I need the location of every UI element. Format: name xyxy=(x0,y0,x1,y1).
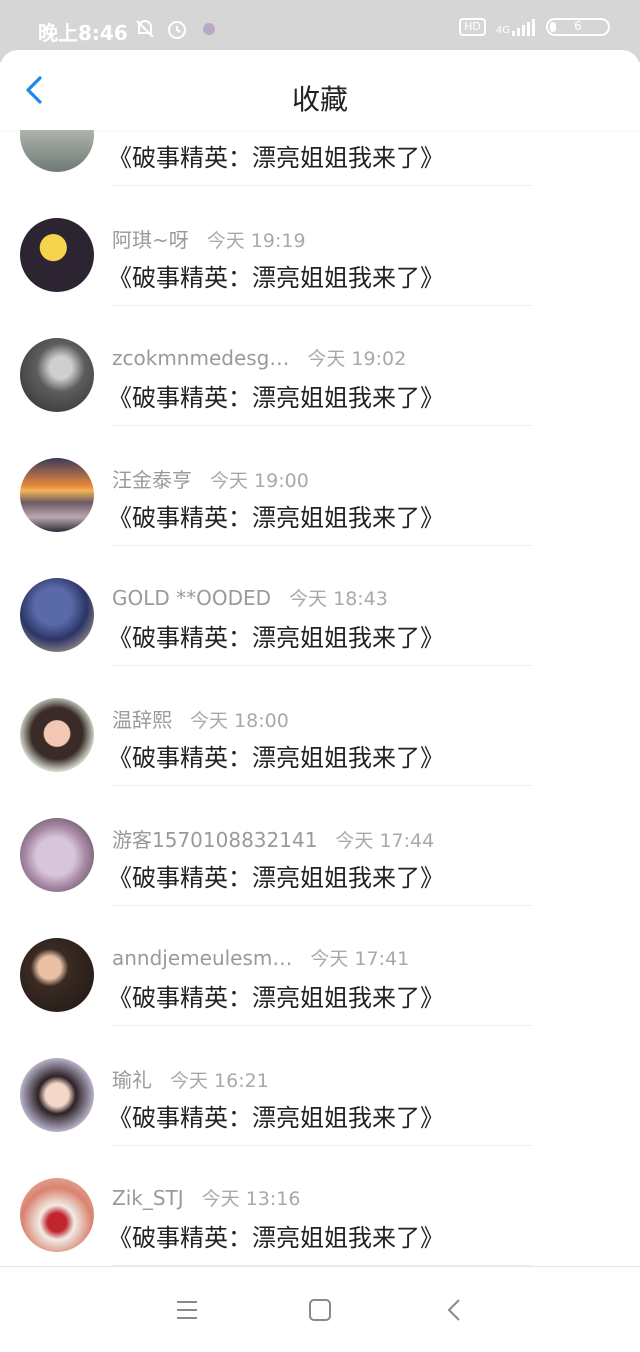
list-item-meta: anndjemeulesm… 今天 17:41 xyxy=(112,944,409,971)
username[interactable]: anndjemeulesm… xyxy=(112,946,292,970)
list-item-content: 《破事精英：漂亮姐姐我来了》 xyxy=(108,1104,444,1132)
timestamp: 今天 17:44 xyxy=(335,830,435,852)
list-item-content: 《破事精英：漂亮姐姐我来了》 xyxy=(108,864,444,892)
timestamp: 今天 19:02 xyxy=(307,348,407,370)
timestamp: 今天 13:16 xyxy=(201,1188,301,1210)
signal-icon: 4G xyxy=(496,18,536,36)
list-item[interactable]: zcokmnmedesg… 今天 19:02 《破事精英：漂亮姐姐我来了》 xyxy=(0,306,640,426)
username[interactable]: zcokmnmedesg… xyxy=(112,346,289,370)
status-icons-left xyxy=(134,18,220,40)
timestamp: 今天 19:19 xyxy=(206,230,306,252)
username[interactable]: 阿琪~呀 xyxy=(112,228,189,252)
network-type: 4G xyxy=(495,25,510,36)
list-item-meta: 温辞熙 今天 18:00 xyxy=(112,704,289,733)
username[interactable]: 汪金泰亨 xyxy=(112,468,192,492)
header-bar: 收藏 xyxy=(0,50,640,130)
hd-badge: HD xyxy=(459,18,486,36)
list-item-meta: Zik_STJ 今天 13:16 xyxy=(112,1184,300,1211)
list-item-meta: 阿琪~呀 今天 19:19 xyxy=(112,224,306,253)
list-item-content: 《破事精英：漂亮姐姐我来了》 xyxy=(108,384,444,412)
list-item-content: 《破事精英：漂亮姐姐我来了》 xyxy=(108,984,444,1012)
list-item[interactable]: anndjemeulesm… 今天 17:41 《破事精英：漂亮姐姐我来了》 xyxy=(0,906,640,1026)
avatar xyxy=(20,818,94,892)
battery-text: 6 xyxy=(574,19,582,33)
list-item-meta: zcokmnmedesg… 今天 19:02 xyxy=(112,344,406,371)
home-button[interactable] xyxy=(303,1293,337,1327)
alarm-icon xyxy=(166,18,188,40)
timestamp: 今天 18:00 xyxy=(190,710,289,732)
timestamp: 今天 18:43 xyxy=(289,588,388,610)
status-time: 晚上8:46 xyxy=(38,21,128,45)
timestamp: 今天 19:00 xyxy=(210,470,309,492)
avatar xyxy=(20,458,94,532)
menu-icon xyxy=(177,1301,197,1319)
timestamp: 今天 16:21 xyxy=(170,1070,269,1092)
mute-icon xyxy=(134,18,156,40)
list-item[interactable]: 温辞熙 今天 18:00 《破事精英：漂亮姐姐我来了》 xyxy=(0,666,640,786)
avatar xyxy=(20,1178,94,1252)
list-item[interactable]: GOLD **OODED 今天 18:43 《破事精英：漂亮姐姐我来了》 xyxy=(0,546,640,666)
username[interactable]: 瑜礼 xyxy=(112,1068,152,1092)
avatar xyxy=(20,338,94,412)
avatar xyxy=(20,938,94,1012)
avatar xyxy=(20,1058,94,1132)
list-item[interactable]: 阿琪~呀 今天 19:19 《破事精英：漂亮姐姐我来了》 xyxy=(0,186,640,306)
menu-button[interactable] xyxy=(170,1293,204,1327)
list-item-meta: 游客1570108832141 今天 17:44 xyxy=(112,824,434,853)
list-item-content: 《破事精英：漂亮姐姐我来了》 xyxy=(108,1224,444,1252)
list-item[interactable]: 游客1570108832141 今天 17:44 《破事精英：漂亮姐姐我来了》 xyxy=(0,786,640,906)
list-item[interactable]: 《破事精英：漂亮姐姐我来了》 xyxy=(0,130,640,186)
avatar xyxy=(20,698,94,772)
page-title: 收藏 xyxy=(291,83,348,116)
list-item-meta: 瑜礼 今天 16:21 xyxy=(112,1064,269,1093)
username[interactable]: Zik_STJ xyxy=(112,1186,184,1210)
list-item[interactable]: 瑜礼 今天 16:21 《破事精英：漂亮姐姐我来了》 xyxy=(0,1026,640,1146)
list-item-meta: GOLD **OODED 今天 18:43 xyxy=(112,584,388,611)
timestamp: 今天 17:41 xyxy=(310,948,410,970)
username[interactable]: 游客1570108832141 xyxy=(112,828,317,852)
list-item-meta: 汪金泰亨 今天 19:00 xyxy=(112,464,309,493)
status-icons-right: HD 4G 6 xyxy=(459,18,610,36)
back-triangle-icon xyxy=(447,1299,460,1321)
avatar xyxy=(20,218,94,292)
list-item-content: 《破事精英：漂亮姐姐我来了》 xyxy=(108,264,444,292)
list-item[interactable]: 汪金泰亨 今天 19:00 《破事精英：漂亮姐姐我来了》 xyxy=(0,426,640,546)
list-item[interactable]: Zik_STJ 今天 13:16 《破事精英：漂亮姐姐我来了》 xyxy=(0,1146,640,1266)
battery-icon: 6 xyxy=(546,18,610,36)
home-square-icon xyxy=(309,1299,331,1321)
favorites-list[interactable]: 《破事精英：漂亮姐姐我来了》 阿琪~呀 今天 19:19 《破事精英：漂亮姐姐我来… xyxy=(0,130,640,1266)
system-back-button[interactable] xyxy=(438,1293,472,1327)
username[interactable]: 温辞熙 xyxy=(112,708,172,732)
avatar xyxy=(20,130,94,172)
list-item-content: 《破事精英：漂亮姐姐我来了》 xyxy=(108,624,444,652)
list-item-content: 《破事精英：漂亮姐姐我来了》 xyxy=(108,744,444,772)
system-nav-bar xyxy=(0,1266,640,1352)
app-notification-icon xyxy=(198,18,220,40)
list-item-content: 《破事精英：漂亮姐姐我来了》 xyxy=(108,144,444,172)
username[interactable]: GOLD **OODED xyxy=(112,586,271,610)
avatar xyxy=(20,578,94,652)
list-item-content: 《破事精英：漂亮姐姐我来了》 xyxy=(108,504,444,532)
